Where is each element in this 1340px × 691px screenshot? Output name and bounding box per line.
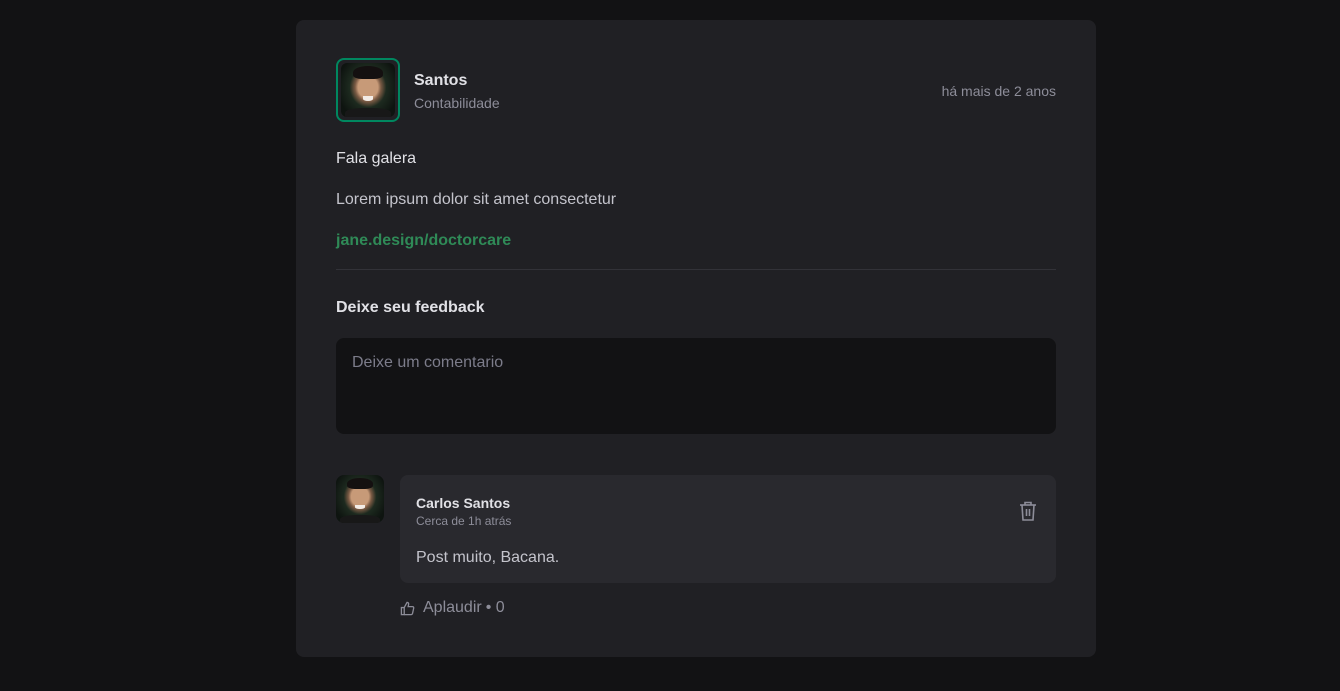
comment-card: Carlos Santos Cerca de 1h atrás Post mui… (400, 475, 1056, 583)
comment-avatar[interactable] (336, 475, 384, 523)
trash-icon (1020, 501, 1036, 521)
post-content: Fala galera Lorem ipsum dolor sit amet c… (336, 146, 1056, 254)
comment-time: Cerca de 1h atrás (416, 514, 512, 528)
author-info: Santos Contabilidade (414, 70, 500, 113)
comment-text: Post muito, Bacana. (416, 549, 560, 566)
author: Santos Contabilidade (336, 58, 500, 122)
avatar-photo (336, 475, 384, 523)
thumbs-up-icon (400, 601, 415, 615)
post-card: Santos Contabilidade há mais de 2 anos F… (296, 20, 1096, 657)
comment: Carlos Santos Cerca de 1h atrás Post mui… (336, 475, 1056, 617)
comment-input[interactable] (336, 338, 1056, 434)
author-role: Contabilidade (414, 94, 500, 111)
comment-author: Carlos Santos (416, 495, 511, 511)
applaud-count: • 0 (485, 599, 505, 616)
avatar-photo (341, 63, 395, 117)
post-line: Lorem ipsum dolor sit amet consectetur (336, 191, 617, 208)
post-header: Santos Contabilidade há mais de 2 anos (336, 58, 1056, 122)
author-name: Santos (414, 71, 468, 89)
post-link[interactable]: jane.design/doctorcare (336, 232, 511, 249)
published-time: há mais de 2 anos (941, 83, 1056, 99)
author-avatar[interactable] (336, 58, 400, 122)
divider (336, 269, 1056, 270)
applaud-label: Aplaudir (423, 599, 482, 616)
delete-comment-button[interactable] (1016, 499, 1040, 523)
feedback-title: Deixe seu feedback (336, 299, 485, 316)
comment-body: Carlos Santos Cerca de 1h atrás Post mui… (400, 475, 1056, 617)
applaud-button[interactable]: Aplaudir • 0 (400, 599, 1056, 617)
post-line: Fala galera (336, 150, 417, 167)
